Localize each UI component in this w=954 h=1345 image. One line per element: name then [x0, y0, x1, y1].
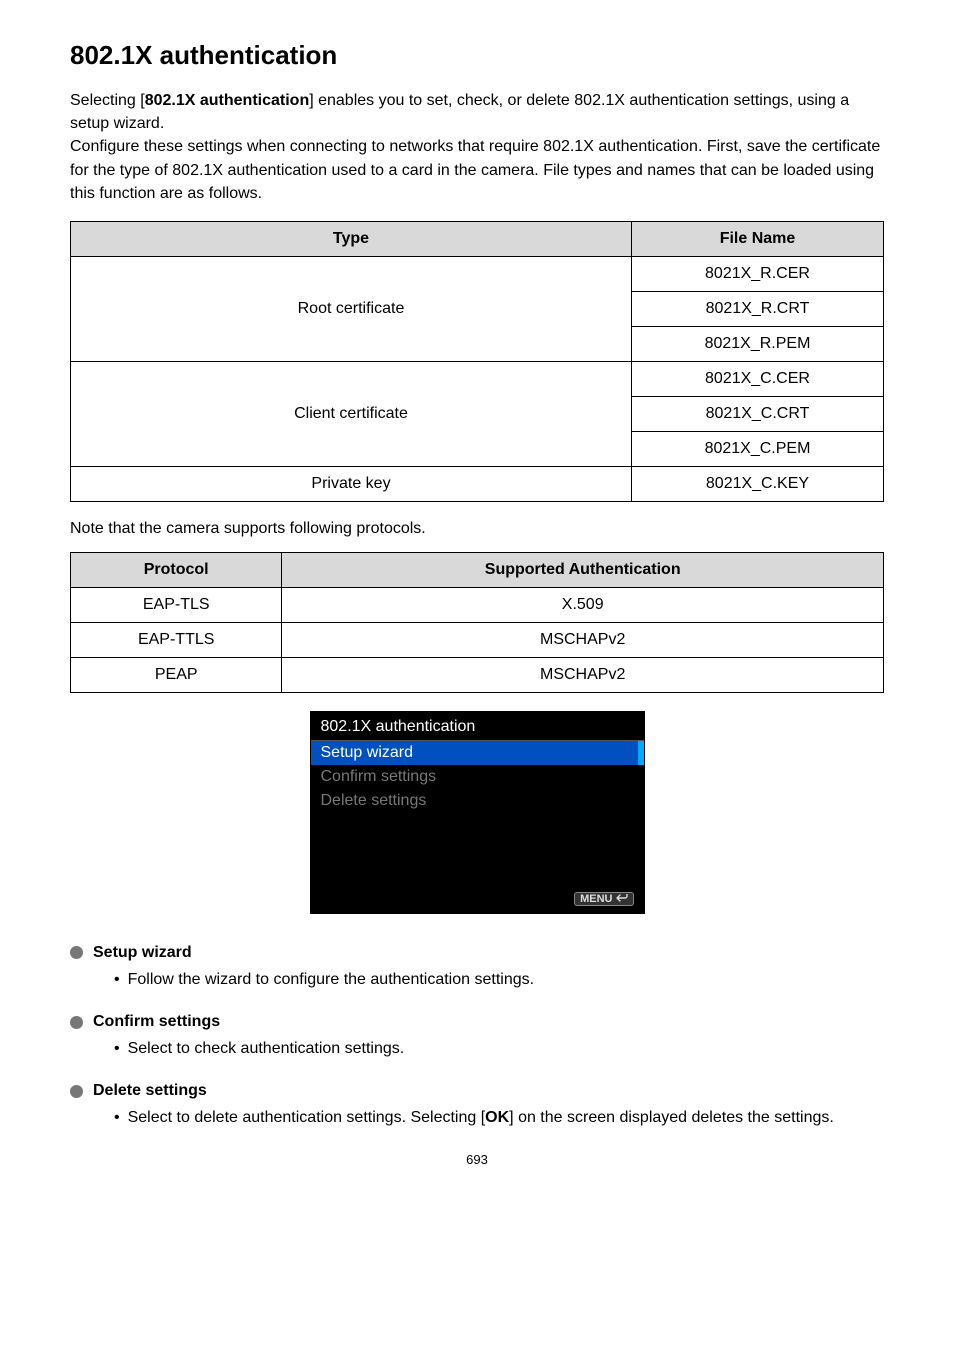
table-header-auth: Supported Authentication	[282, 552, 884, 587]
table-header-filename: File Name	[631, 221, 883, 256]
bullet-icon	[70, 1085, 83, 1098]
cell-type: Private key	[71, 466, 632, 501]
cell-auth: MSCHAPv2	[282, 622, 884, 657]
section-header: Confirm settings	[70, 1013, 884, 1031]
table-row: Client certificate 8021X_C.CER	[71, 361, 884, 396]
table-row: PEAP MSCHAPv2	[71, 657, 884, 692]
bullet-icon	[70, 946, 83, 959]
sub-bullet-text: Select to check authentication settings.	[128, 1037, 405, 1060]
cell-type: Root certificate	[71, 256, 632, 361]
sub-bullet: • Select to check authentication setting…	[114, 1037, 884, 1060]
table-header-protocol: Protocol	[71, 552, 282, 587]
sub-bullet-text: Follow the wizard to configure the authe…	[128, 968, 534, 991]
table-row: Root certificate 8021X_R.CER	[71, 256, 884, 291]
table-row: EAP-TLS X.509	[71, 587, 884, 622]
cell-protocol: EAP-TTLS	[71, 622, 282, 657]
page-heading: 802.1X authentication	[70, 40, 884, 71]
bullet-char: •	[114, 1037, 120, 1060]
cell-filename: 8021X_R.CRT	[631, 291, 883, 326]
menu-item-delete-settings: Delete settings	[311, 789, 644, 813]
text-suffix: ] on the screen displayed deletes the se…	[509, 1109, 834, 1126]
sub-bullet: • Follow the wizard to configure the aut…	[114, 968, 884, 991]
bullet-icon	[70, 1016, 83, 1029]
section-title: Setup wizard	[93, 944, 192, 962]
section-setup-wizard: Setup wizard • Follow the wizard to conf…	[70, 944, 884, 991]
file-types-table: Type File Name Root certificate 8021X_R.…	[70, 221, 884, 502]
cell-filename: 8021X_C.CRT	[631, 396, 883, 431]
menu-title: 802.1X authentication	[311, 712, 644, 740]
section-title: Confirm settings	[93, 1013, 220, 1031]
section-confirm-settings: Confirm settings • Select to check authe…	[70, 1013, 884, 1060]
bullet-char: •	[114, 968, 120, 991]
text-bold-ok: OK	[485, 1109, 509, 1126]
page-number: 693	[70, 1152, 884, 1167]
table-header-type: Type	[71, 221, 632, 256]
cell-type: Client certificate	[71, 361, 632, 466]
intro-text-2: Configure these settings when connecting…	[70, 138, 880, 201]
intro-text: Selecting [	[70, 92, 145, 109]
protocols-table: Protocol Supported Authentication EAP-TL…	[70, 552, 884, 693]
protocols-note: Note that the camera supports following …	[70, 520, 884, 538]
cell-protocol: EAP-TLS	[71, 587, 282, 622]
sub-bullet-text: Select to delete authentication settings…	[128, 1106, 834, 1129]
camera-menu-screenshot: 802.1X authentication Setup wizard Confi…	[310, 711, 645, 914]
section-delete-settings: Delete settings • Select to delete authe…	[70, 1082, 884, 1129]
cell-filename: 8021X_R.PEM	[631, 326, 883, 361]
section-header: Delete settings	[70, 1082, 884, 1100]
menu-item-confirm-settings: Confirm settings	[311, 765, 644, 789]
bullet-char: •	[114, 1106, 120, 1129]
cell-filename: 8021X_C.KEY	[631, 466, 883, 501]
bold-setting-name: 802.1X authentication	[145, 92, 310, 109]
section-title: Delete settings	[93, 1082, 207, 1100]
table-row: Private key 8021X_C.KEY	[71, 466, 884, 501]
menu-spacer	[311, 813, 644, 885]
intro-paragraph-1: Selecting [802.1X authentication] enable…	[70, 89, 884, 205]
menu-footer: MENU	[311, 885, 644, 913]
cell-auth: X.509	[282, 587, 884, 622]
cell-protocol: PEAP	[71, 657, 282, 692]
text-prefix: Select to delete authentication settings…	[128, 1109, 486, 1126]
cell-filename: 8021X_C.PEM	[631, 431, 883, 466]
return-icon	[616, 894, 628, 904]
menu-back-badge: MENU	[574, 892, 633, 906]
section-header: Setup wizard	[70, 944, 884, 962]
menu-item-setup-wizard: Setup wizard	[311, 741, 644, 765]
table-row: EAP-TTLS MSCHAPv2	[71, 622, 884, 657]
sub-bullet: • Select to delete authentication settin…	[114, 1106, 884, 1129]
menu-badge-label: MENU	[580, 893, 612, 905]
cell-filename: 8021X_R.CER	[631, 256, 883, 291]
cell-filename: 8021X_C.CER	[631, 361, 883, 396]
cell-auth: MSCHAPv2	[282, 657, 884, 692]
